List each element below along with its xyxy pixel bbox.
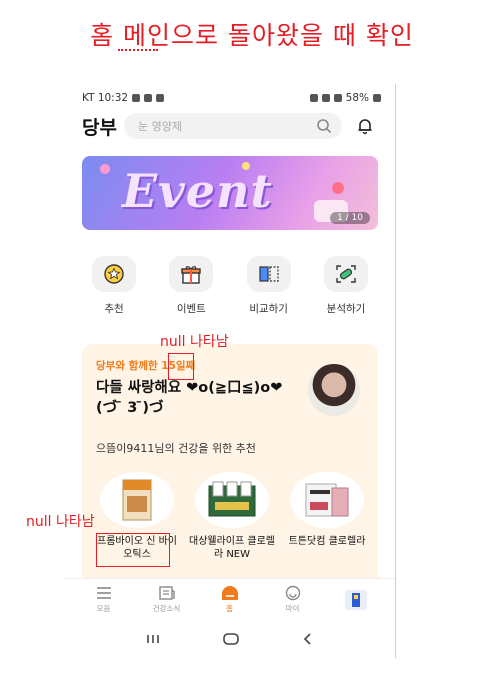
phone-screen: KT 10:32 58% 당부 눈 영양제 Event 1 / 10 추천 이벤…: [64, 84, 396, 658]
nav-item-health-news[interactable]: 건강소식: [141, 585, 193, 614]
product-image: [290, 472, 364, 528]
quick-item-label: 이벤트: [176, 303, 206, 315]
quick-item-label: 추천: [104, 303, 124, 315]
gift-icon: [169, 256, 214, 292]
compare-icon: [246, 256, 291, 292]
quick-item-compare[interactable]: 비교하기: [237, 256, 301, 316]
quick-menu: 추천 이벤트 비교하기 분석하기: [82, 256, 378, 316]
search-placeholder: 눈 영양제: [138, 120, 182, 133]
event-banner[interactable]: Event 1 / 10: [82, 156, 378, 230]
status-bar: KT 10:32 58%: [82, 90, 381, 106]
home-icon: [221, 586, 238, 600]
smile-icon: [285, 585, 300, 601]
search-icon[interactable]: [316, 118, 332, 134]
bottom-navigation: 모음 건강소식 홈 마이: [64, 578, 395, 620]
quick-item-label: 비교하기: [249, 303, 288, 315]
annotation-box-days: [168, 353, 194, 380]
news-icon: [158, 586, 175, 600]
nav-label: 마이: [285, 604, 300, 613]
quick-item-recommend[interactable]: 추천: [82, 256, 146, 316]
product-name: 대상웰라이프 클로렐라 NEW: [189, 536, 275, 560]
menu-icon: [96, 587, 111, 599]
nav-item-collection[interactable]: 모음: [78, 585, 130, 614]
profile-avatar[interactable]: [308, 364, 360, 416]
search-bar[interactable]: 눈 영양제: [124, 113, 342, 139]
annotation-left-note: null 나타남: [26, 514, 95, 530]
nav-item-app-badge[interactable]: [330, 589, 382, 611]
notification-icon: [156, 94, 165, 102]
recommend-title: 으뜸이9411님의 건강을 위한 추천: [96, 442, 256, 455]
medal-icon: [92, 256, 136, 292]
product-item[interactable]: 트튼닷컴 클로렐라: [284, 472, 370, 561]
battery-level: 58%: [345, 92, 369, 104]
product-image: [195, 472, 269, 528]
bell-icon[interactable]: [356, 117, 374, 135]
product-item[interactable]: 대상웰라이프 클로렐라 NEW: [189, 472, 275, 561]
app-logo[interactable]: 당부: [82, 113, 124, 140]
system-navigation-bar: [64, 624, 395, 654]
annotation-box-product-name: [96, 533, 170, 567]
app-badge-icon: [344, 589, 367, 610]
banner-page-indicator: 1 / 10: [330, 212, 370, 224]
banner-event-word: Event: [122, 164, 273, 218]
nav-item-home[interactable]: 홈: [204, 585, 256, 614]
home-button-icon[interactable]: [222, 632, 240, 646]
message-icon: [132, 94, 141, 102]
product-image: [100, 472, 174, 528]
app-header: 당부 눈 영양제: [82, 112, 381, 140]
quick-item-analyze[interactable]: 분석하기: [314, 256, 378, 316]
greeting-text: 다들 싸랑해요 ❤o(≧口≦)o❤ (づ ̄ 3 ̄)づ: [96, 380, 283, 416]
capsule-scan-icon: [323, 256, 368, 292]
nav-item-my[interactable]: 마이: [267, 585, 319, 614]
nav-label: 모음: [96, 604, 111, 613]
nav-label: 홈: [226, 604, 233, 613]
annotation-top-note: null 나타남: [160, 334, 229, 350]
product-name: 트튼닷컴 클로렐라: [288, 536, 366, 547]
recent-apps-icon[interactable]: [145, 632, 161, 646]
gallery-icon: [144, 94, 153, 102]
mute-icon: [321, 94, 330, 102]
quick-item-event[interactable]: 이벤트: [159, 256, 223, 316]
quick-item-label: 분석하기: [326, 303, 366, 315]
nav-label: 건강소식: [152, 604, 181, 613]
back-icon[interactable]: [301, 632, 315, 646]
slide-title: 홈 메인으로 돌아왔을 때 확인: [0, 16, 504, 52]
signal-icon: [333, 94, 342, 102]
carrier-time: KT 10:32: [82, 92, 129, 104]
battery-icon: [373, 94, 381, 102]
alarm-icon: [309, 94, 318, 102]
